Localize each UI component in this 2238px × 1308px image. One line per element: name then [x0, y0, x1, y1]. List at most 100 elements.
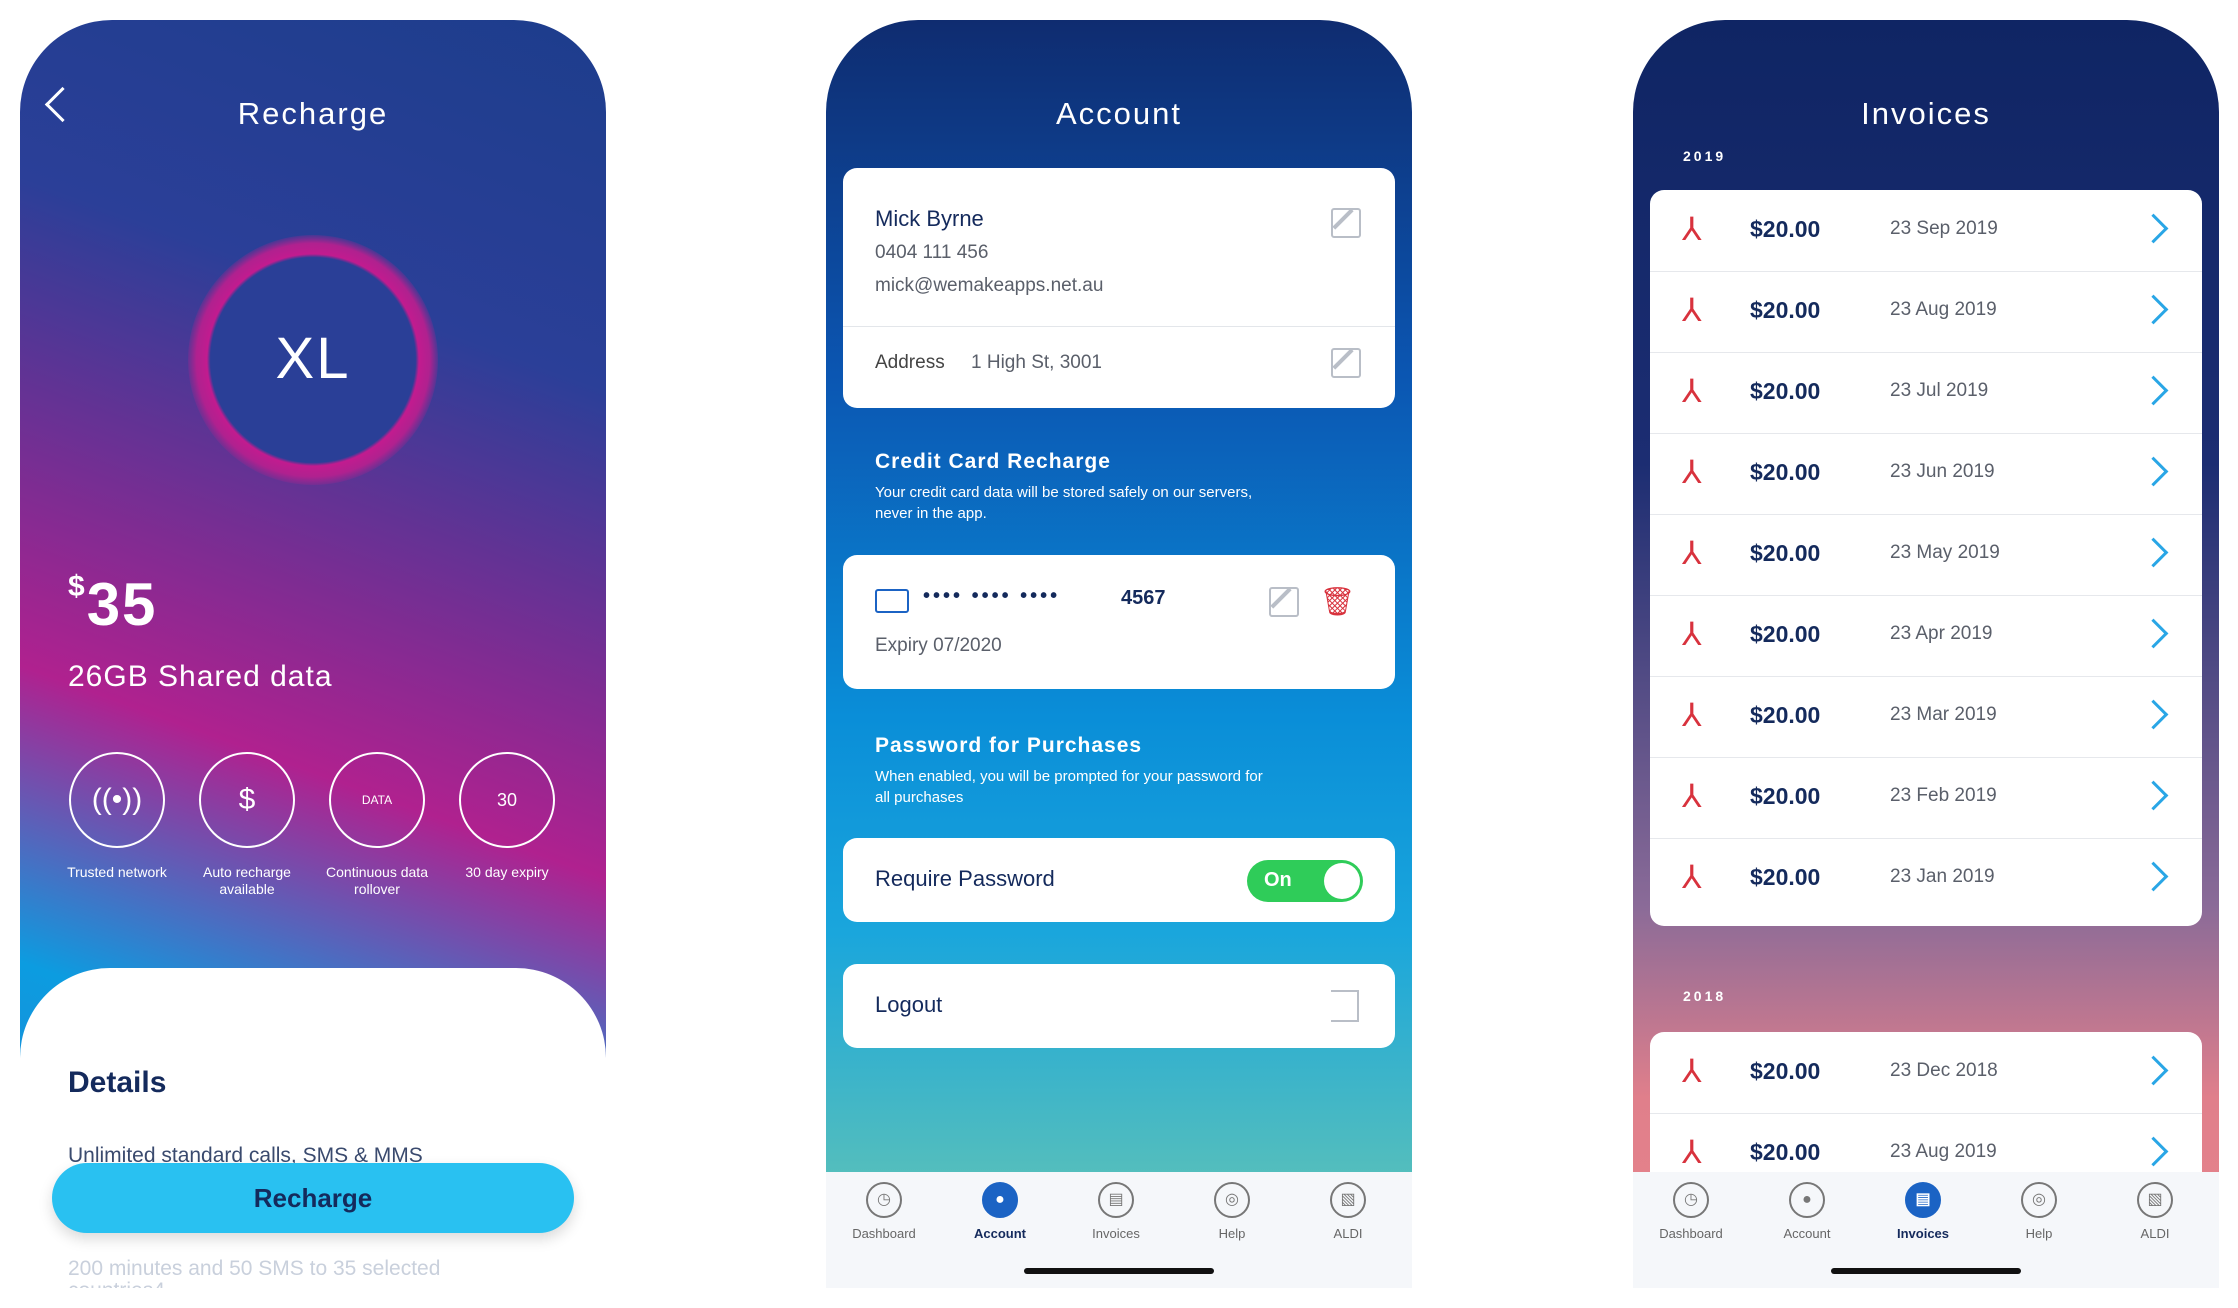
chevron-right-icon[interactable]	[2138, 699, 2169, 730]
details-line: 200 minutes and 50 SMS to 35 selected co…	[68, 1257, 441, 1289]
user-email: mick@wemakeapps.net.au	[875, 275, 1104, 296]
require-password-label: Require Password	[875, 866, 1055, 891]
logout-row[interactable]: Logout	[843, 964, 1395, 1048]
pdf-icon: ⅄	[1682, 292, 1702, 328]
year-heading: 2018	[1683, 988, 1727, 1004]
pdf-icon: ⅄	[1682, 454, 1702, 490]
tab-help[interactable]: ◎ Help	[1174, 1182, 1290, 1241]
chevron-right-icon[interactable]	[2138, 1136, 2169, 1167]
chevron-right-icon[interactable]	[2138, 537, 2169, 568]
credit-card-heading: Credit Card Recharge	[875, 450, 1111, 473]
year-heading: 2019	[1683, 148, 1727, 164]
pdf-icon: ⅄	[1682, 373, 1702, 409]
page-title: Invoices	[1861, 96, 1991, 131]
chevron-right-icon[interactable]	[2138, 861, 2169, 892]
edit-profile-icon[interactable]	[1331, 208, 1361, 238]
feature-auto-recharge: $ Auto recharge available	[182, 752, 312, 898]
invoice-row[interactable]: ⅄ $20.00 23 Apr 2019	[1650, 595, 2202, 677]
require-password-toggle[interactable]: On	[1247, 860, 1363, 902]
auto-recharge-icon: $	[199, 752, 295, 848]
invoices-screen: Invoices 2019 ⅄ $20.00 23 Sep 2019 ⅄ $20.00…	[1633, 20, 2219, 1288]
tab-invoices[interactable]: ▤ Invoices	[1865, 1182, 1981, 1241]
chevron-right-icon[interactable]	[2138, 375, 2169, 406]
dashboard-icon: ◷	[866, 1182, 902, 1218]
credit-card-icon	[875, 589, 909, 613]
pdf-icon: ⅄	[1682, 778, 1702, 814]
chevron-right-icon[interactable]	[2138, 780, 2169, 811]
chevron-right-icon[interactable]	[2138, 294, 2169, 325]
password-subtitle: When enabled, you will be prompted for y…	[875, 768, 1263, 806]
pdf-icon: ⅄	[1682, 1053, 1702, 1089]
pdf-icon: ⅄	[1682, 535, 1702, 571]
calendar-icon: 30	[459, 752, 555, 848]
tab-account[interactable]: ● Account	[942, 1182, 1058, 1241]
chevron-right-icon[interactable]	[2138, 456, 2169, 487]
aldi-icon: ▧	[2137, 1182, 2173, 1218]
invoice-row[interactable]: ⅄ $20.00 23 Jan 2019	[1650, 838, 2202, 919]
invoice-row[interactable]: ⅄ $20.00 23 Mar 2019	[1650, 676, 2202, 758]
address-value: 1 High St, 3001	[971, 352, 1102, 373]
invoices-icon: ▤	[1098, 1182, 1134, 1218]
help-icon: ◎	[2021, 1182, 2057, 1218]
pdf-icon: ⅄	[1682, 616, 1702, 652]
chevron-right-icon[interactable]	[2138, 213, 2169, 244]
invoice-row[interactable]: ⅄ $20.00 23 Feb 2019	[1650, 757, 2202, 839]
edit-address-icon[interactable]	[1331, 348, 1361, 378]
details-heading: Details	[68, 1066, 167, 1099]
tab-dashboard[interactable]: ◷ Dashboard	[826, 1182, 942, 1241]
card-mask: •••• •••• ••••	[923, 585, 1061, 607]
account-icon: ●	[982, 1182, 1018, 1218]
edit-card-icon[interactable]	[1269, 587, 1299, 617]
aldi-icon: ▧	[1330, 1182, 1366, 1218]
signal-tower-icon: ((•))	[69, 752, 165, 848]
credit-card-card: •••• •••• •••• 4567 🗑 Expiry 07/2020	[843, 555, 1395, 689]
user-name: Mick Byrne	[875, 206, 984, 231]
tab-aldi[interactable]: ▧ ALDI	[2097, 1182, 2213, 1241]
home-indicator	[1831, 1268, 2021, 1274]
account-screen: Account Mick Byrne 0404 111 456 mick@wem…	[826, 20, 1412, 1288]
tab-dashboard[interactable]: ◷ Dashboard	[1633, 1182, 1749, 1241]
feature-data-rollover: DATA Continuous data rollover	[312, 752, 442, 898]
plan-code: XL	[275, 326, 351, 391]
recharge-button[interactable]: Recharge	[52, 1163, 574, 1233]
data-rollover-icon: DATA	[329, 752, 425, 848]
page-title: Account	[1055, 96, 1182, 131]
chevron-right-icon[interactable]	[2138, 1055, 2169, 1086]
credit-card-subtitle: Your credit card data will be stored saf…	[875, 484, 1253, 522]
plan-description: 26GB Shared data	[68, 660, 333, 693]
address-label: Address	[875, 352, 945, 373]
tab-bar: ◷ Dashboard ● Account ▤ Invoices ◎ Help ▧ ALD…	[1633, 1172, 2219, 1288]
profile-card: Mick Byrne 0404 111 456 mick@wemakeapps.…	[843, 168, 1395, 408]
pdf-icon: ⅄	[1682, 859, 1702, 895]
tab-aldi[interactable]: ▧ ALDI	[1290, 1182, 1406, 1241]
logout-label[interactable]: Logout	[875, 992, 942, 1018]
tab-help[interactable]: ◎ Help	[1981, 1182, 2097, 1241]
invoice-row[interactable]: ⅄ $20.00 23 Aug 2019	[1650, 271, 2202, 353]
details-sheet	[20, 968, 606, 1288]
pdf-icon: ⅄	[1682, 1134, 1702, 1170]
plan-ring: XL	[188, 235, 438, 485]
invoice-row[interactable]: ⅄ $20.00 23 Dec 2018	[1650, 1032, 2202, 1114]
chevron-right-icon[interactable]	[2138, 618, 2169, 649]
invoice-list-2019: ⅄ $20.00 23 Sep 2019 ⅄ $20.00 23 Aug 2019 ⅄ $…	[1650, 190, 2202, 926]
recharge-screen: Recharge XL $35 26GB Shared data ((•)) T…	[20, 20, 606, 1288]
user-phone: 0404 111 456	[875, 242, 989, 263]
logout-icon[interactable]	[1331, 990, 1359, 1022]
invoice-row[interactable]: ⅄ $20.00 23 May 2019	[1650, 514, 2202, 596]
password-heading: Password for Purchases	[875, 734, 1143, 757]
invoice-row[interactable]: ⅄ $20.00 23 Sep 2019	[1650, 190, 2202, 272]
card-expiry: Expiry 07/2020	[875, 635, 1002, 656]
tab-bar: ◷ Dashboard ● Account ▤ Invoices ◎ Help ▧ ALD…	[826, 1172, 1412, 1288]
dashboard-icon: ◷	[1673, 1182, 1709, 1218]
tab-invoices[interactable]: ▤ Invoices	[1058, 1182, 1174, 1241]
feature-trusted-network: ((•)) Trusted network	[52, 752, 182, 881]
trash-icon[interactable]: 🗑	[1319, 585, 1355, 618]
invoice-row[interactable]: ⅄ $20.00 23 Jul 2019	[1650, 352, 2202, 434]
pdf-icon: ⅄	[1682, 697, 1702, 733]
plan-price: $35	[68, 570, 158, 638]
tab-account[interactable]: ● Account	[1749, 1182, 1865, 1241]
account-icon: ●	[1789, 1182, 1825, 1218]
card-last-digits: 4567	[1121, 587, 1166, 609]
feature-30-day-expiry: 30 30 day expiry	[442, 752, 572, 881]
invoice-row[interactable]: ⅄ $20.00 23 Jun 2019	[1650, 433, 2202, 515]
